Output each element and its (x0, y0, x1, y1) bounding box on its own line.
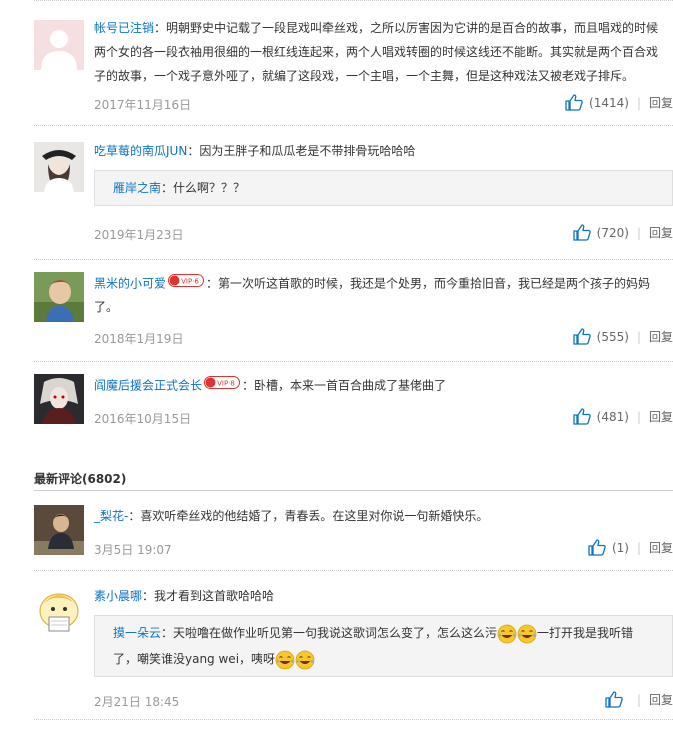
like-count: (555) (596, 329, 629, 344)
quoted-text-part: 天啦噜在做作业听见第一句我说这歌词怎么变了，怎么这么污 (173, 626, 498, 640)
divider: | (636, 329, 641, 344)
divider: | (636, 692, 641, 707)
vip-label: VIP·6 (181, 278, 199, 286)
divider: | (636, 225, 641, 240)
username-link[interactable]: 黑米的小可爱 (94, 277, 166, 291)
comment-text: 因为王胖子和瓜瓜老是不带排骨玩哈哈哈 (199, 144, 416, 158)
colon: ： (142, 589, 155, 603)
quoted-text: 什么啊？？？ (173, 181, 246, 195)
divider: | (636, 95, 641, 110)
divider: | (636, 409, 641, 424)
username-link[interactable]: 帐号已注销 (94, 21, 154, 35)
comment-date: 2月21日 18:45 (94, 695, 180, 709)
laugh-cry-emoji-icon (295, 650, 315, 670)
comment-item: 帐号已注销：明朝野史中记载了一段昆戏叫牵丝戏，之所以厉害因为它讲的是百合的故事，… (34, 0, 673, 126)
thumb-up-icon[interactable] (573, 328, 591, 345)
colon: ： (161, 181, 174, 195)
thumb-up-icon[interactable] (573, 224, 591, 241)
colon: ： (161, 626, 174, 640)
colon: ： (242, 378, 255, 393)
avatar[interactable] (34, 587, 84, 637)
colon: ： (128, 509, 141, 523)
avatar[interactable] (34, 272, 84, 322)
comment-text: 卧槽，本来一首百合曲成了基佬曲了 (254, 378, 447, 393)
comment-item: 黑米的小可爱 VIP·6 ：第一次听这首歌的时候，我还是个处男，而今重拾旧音，我已经… (34, 260, 673, 362)
like-count: (481) (596, 409, 629, 424)
like-count: (720) (596, 225, 629, 240)
comment-date: 3月5日 19:07 (94, 543, 172, 557)
username-link[interactable]: _梨花- (94, 509, 128, 523)
quoted-reply: 摸一朵云：天啦噜在做作业听见第一句我说这歌词怎么变了，怎么这么污 一打开我是我听错… (94, 615, 673, 677)
comment-date: 2019年1月23日 (94, 228, 184, 242)
reply-button[interactable]: 回复 (649, 224, 673, 241)
comment-item: 素小晨哪：我才看到这首歌哈哈哈 摸一朵云：天啦噜在做作业听见第一句我说这歌词怎么… (34, 571, 673, 720)
laugh-cry-emoji-icon (497, 624, 517, 644)
username-link[interactable]: 吃草莓的南瓜JUN (94, 144, 187, 158)
comment-item: _梨花-：喜欢听牵丝戏的他结婚了，青春丢。在这里对你说一句新婚快乐。 3月5日 … (34, 491, 673, 571)
colon: ： (187, 144, 200, 158)
avatar[interactable] (34, 505, 84, 555)
divider: | (636, 540, 641, 555)
comment-text: 明朝野史中记载了一段昆戏叫牵丝戏，之所以厉害因为它讲的是百合的故事，而且唱戏的时… (94, 21, 659, 83)
reply-button[interactable]: 回复 (649, 328, 673, 345)
colon: ： (206, 276, 219, 291)
comment-text: 我才看到这首歌哈哈哈 (154, 589, 275, 603)
reply-button[interactable]: 回复 (649, 539, 673, 556)
quoted-username-link[interactable]: 雁岸之南 (113, 181, 161, 195)
quoted-username-link[interactable]: 摸一朵云 (113, 626, 161, 640)
comment-date: 2017年11月16日 (94, 98, 192, 112)
reply-button[interactable]: 回复 (649, 94, 673, 111)
colon: ： (154, 21, 167, 35)
laugh-cry-emoji-icon (275, 650, 295, 670)
avatar[interactable] (34, 20, 84, 70)
thumb-up-icon[interactable] (573, 408, 591, 425)
comment-item: 吃草莓的南瓜JUN：因为王胖子和瓜瓜老是不带排骨玩哈哈哈 雁岸之南：什么啊？？？… (34, 126, 673, 260)
like-count: (1) (611, 540, 629, 555)
comment-text: 喜欢听牵丝戏的他结婚了，青春丢。在这里对你说一句新婚快乐。 (140, 509, 489, 523)
laugh-cry-emoji-icon (517, 624, 537, 644)
comment-date: 2018年1月19日 (94, 332, 184, 346)
reply-button[interactable]: 回复 (649, 408, 673, 425)
username-link[interactable]: 素小晨哪 (94, 589, 142, 603)
thumb-up-icon[interactable] (588, 539, 606, 556)
avatar[interactable] (34, 374, 84, 424)
comment-item: 阎魔后援会正式会长 VIP·8 ：卧槽，本来一首百合曲成了基佬曲了 2016年10月… (34, 362, 673, 442)
avatar[interactable] (34, 142, 84, 192)
quoted-reply: 雁岸之南：什么啊？？？ (94, 170, 673, 206)
thumb-up-icon[interactable] (565, 94, 583, 111)
like-count: (1414) (589, 95, 629, 110)
username-link[interactable]: 阎魔后援会正式会长 (94, 379, 202, 393)
thumb-up-icon[interactable] (605, 691, 623, 708)
latest-comments-title: 最新评论(6802) (34, 472, 127, 486)
vip-badge: VIP·8 (204, 374, 241, 396)
vip-label: VIP·8 (217, 380, 235, 388)
reply-button[interactable]: 回复 (649, 691, 673, 708)
comment-date: 2016年10月15日 (94, 412, 192, 426)
vip-badge: VIP·6 (168, 272, 205, 294)
